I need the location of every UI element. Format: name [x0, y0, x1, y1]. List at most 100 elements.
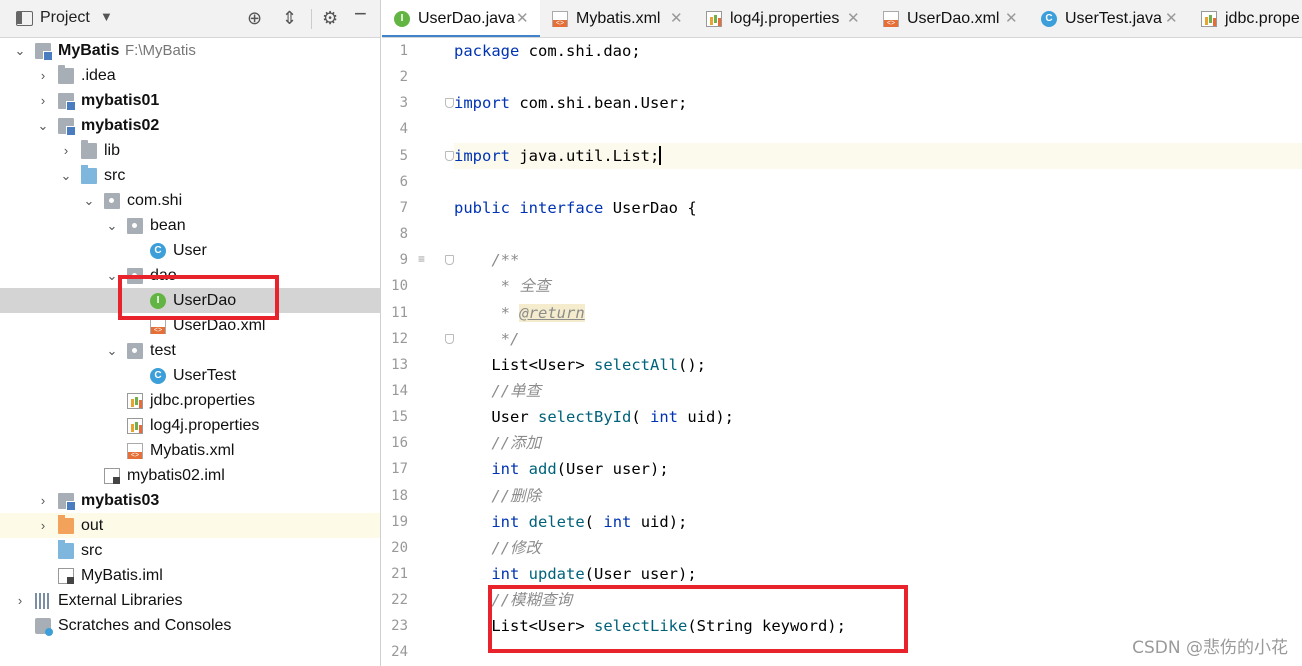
code-line[interactable]: //模糊查询	[454, 587, 1302, 613]
close-icon[interactable]: ✕	[1005, 0, 1018, 37]
tree-item[interactable]: ⌄ dao	[0, 263, 380, 288]
tree-item[interactable]: › mybatis01	[0, 88, 380, 113]
tree-item[interactable]: src	[0, 538, 380, 563]
chevron-down-icon[interactable]: ⌄	[105, 213, 119, 238]
tree-item[interactable]: jdbc.properties	[0, 388, 380, 413]
tree-item[interactable]: ⌄ src	[0, 163, 380, 188]
code-token: //删除	[491, 486, 541, 505]
code-line[interactable]: //修改	[454, 535, 1302, 561]
code-token: import	[454, 146, 510, 165]
tree-item[interactable]: C User	[0, 238, 380, 263]
code-line[interactable]: import com.shi.bean.User;	[454, 90, 1302, 116]
code-line[interactable]: //删除	[454, 483, 1302, 509]
close-icon[interactable]: ✕	[670, 0, 683, 37]
module-icon	[58, 493, 76, 511]
tree-item-label: UserDao.xml	[173, 317, 266, 334]
tree-item[interactable]: › mybatis03	[0, 488, 380, 513]
tree-item[interactable]: Scratches and Consoles	[0, 613, 380, 638]
chevron-down-icon[interactable]: ⌄	[82, 188, 96, 213]
tree-item-path: F:\MyBatis	[125, 42, 196, 59]
code-line[interactable]: int delete( int uid);	[454, 509, 1302, 535]
tree-item[interactable]: MyBatis.iml	[0, 563, 380, 588]
tree-item[interactable]: ⌄ MyBatis F:\MyBatis	[0, 38, 380, 63]
chevron-right-icon[interactable]: ›	[36, 488, 50, 513]
tree-item[interactable]: › .idea	[0, 63, 380, 88]
tree-item[interactable]: ⌄ test	[0, 338, 380, 363]
code-line[interactable]: int add(User user);	[454, 456, 1302, 482]
class-icon: C	[150, 368, 166, 384]
code-line[interactable]	[454, 221, 1302, 247]
code-token: (String keyword);	[687, 617, 846, 636]
minimize-icon[interactable]: −	[354, 3, 367, 25]
tree-item-label: bean	[150, 217, 186, 234]
editor-tab[interactable]: C UserTest.java ✕	[1029, 0, 1189, 37]
line-number: 8	[399, 226, 408, 243]
tree-item[interactable]: UserDao.xml	[0, 313, 380, 338]
close-icon[interactable]: ✕	[516, 0, 529, 37]
tree-item[interactable]: mybatis02.iml	[0, 463, 380, 488]
fold-marker-icon[interactable]	[445, 98, 454, 109]
code-line[interactable]: */	[454, 326, 1302, 352]
code-area[interactable]: package com.shi.dao; import com.shi.bean.…	[454, 38, 1302, 666]
code-line[interactable]: User selectById( int uid);	[454, 404, 1302, 430]
code-line[interactable]: //单查	[454, 378, 1302, 404]
code-line[interactable]	[454, 169, 1302, 195]
chevron-right-icon[interactable]: ›	[36, 63, 50, 88]
close-icon[interactable]: ✕	[1165, 0, 1178, 37]
editor-tab[interactable]: Mybatis.xml ✕	[540, 0, 694, 37]
source-folder-icon	[81, 165, 97, 184]
tree-item[interactable]: log4j.properties	[0, 413, 380, 438]
tree-item[interactable]: › out	[0, 513, 380, 538]
editor-tab[interactable]: log4j.properties ✕	[694, 0, 871, 37]
tree-item[interactable]: ⌄ mybatis02	[0, 113, 380, 138]
class-icon: C	[1041, 11, 1057, 27]
code-line[interactable]: //添加	[454, 430, 1302, 456]
fold-marker-icon[interactable]	[445, 333, 454, 344]
tree-item[interactable]: C UserTest	[0, 363, 380, 388]
chevron-down-icon[interactable]: ⌄	[105, 263, 119, 288]
tree-item[interactable]: Mybatis.xml	[0, 438, 380, 463]
code-line[interactable]: /**	[454, 247, 1302, 273]
excluded-folder-icon	[58, 515, 74, 534]
project-panel-title[interactable]: Project	[40, 9, 90, 27]
tree-item[interactable]: ⌄ com.shi	[0, 188, 380, 213]
chevron-down-icon[interactable]: ▼	[100, 9, 113, 24]
editor-tab[interactable]: UserDao.xml ✕	[871, 0, 1029, 37]
code-line[interactable]: * @return	[454, 300, 1302, 326]
collapse-all-icon[interactable]: ⇕	[282, 8, 297, 28]
locate-icon[interactable]: ⊕	[247, 8, 262, 28]
close-icon[interactable]: ✕	[847, 0, 860, 37]
chevron-down-icon[interactable]: ⌄	[105, 338, 119, 363]
tree-item-label: dao	[150, 267, 177, 284]
folder-icon	[58, 65, 74, 84]
gear-icon[interactable]: ⚙	[322, 8, 338, 28]
chevron-right-icon[interactable]: ›	[13, 588, 27, 613]
line-number: 5	[399, 147, 408, 164]
code-line[interactable]: * 全查	[454, 273, 1302, 299]
code-editor[interactable]: IUserDao.java✕Mybatis.xml✕log4j.properti…	[382, 0, 1302, 666]
code-line[interactable]: import java.util.List;	[454, 142, 1302, 169]
chevron-down-icon[interactable]: ⌄	[36, 113, 50, 138]
fold-marker-icon[interactable]	[445, 255, 454, 266]
code-line[interactable]	[454, 116, 1302, 142]
fold-marker-icon[interactable]	[445, 150, 454, 161]
doc-comment-icon[interactable]: ≡	[418, 252, 425, 266]
code-line[interactable]	[454, 64, 1302, 90]
chevron-right-icon[interactable]: ›	[59, 138, 73, 163]
chevron-right-icon[interactable]: ›	[36, 513, 50, 538]
editor-tab[interactable]: jdbc.prope	[1189, 0, 1302, 37]
code-line[interactable]: int update(User user);	[454, 561, 1302, 587]
chevron-right-icon[interactable]: ›	[36, 88, 50, 113]
tree-item-label: mybatis01	[81, 92, 160, 109]
editor-tab[interactable]: I UserDao.java ✕	[382, 0, 540, 37]
tree-item[interactable]: › External Libraries	[0, 588, 380, 613]
tree-item[interactable]: ⌄ bean	[0, 213, 380, 238]
chevron-down-icon[interactable]: ⌄	[13, 38, 27, 63]
code-line[interactable]: List<User> selectAll();	[454, 352, 1302, 378]
tree-item[interactable]: › lib	[0, 138, 380, 163]
chevron-down-icon[interactable]: ⌄	[59, 163, 73, 188]
code-line[interactable]: public interface UserDao {	[454, 195, 1302, 221]
tree-item[interactable]: I UserDao	[0, 288, 380, 313]
code-line[interactable]: package com.shi.dao;	[454, 38, 1302, 64]
line-number: 13	[391, 356, 408, 373]
